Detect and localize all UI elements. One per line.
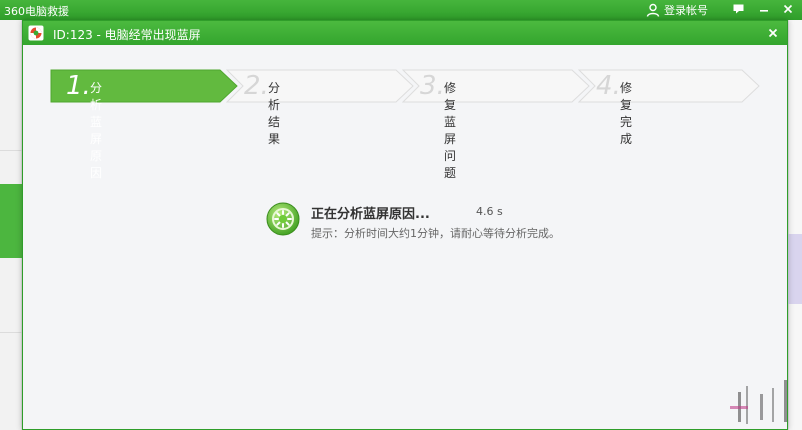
close-icon: [768, 28, 778, 38]
step-indicator: 1. 分析蓝屏原因 2. 分析结果 3. 修复蓝屏问题 4. 修复完成: [50, 69, 760, 180]
divider: [0, 150, 22, 151]
step-number: 3.: [420, 71, 445, 101]
minimize-button[interactable]: [752, 0, 776, 18]
app-sidebar-active-item[interactable]: [0, 184, 22, 258]
message-button[interactable]: [726, 0, 750, 18]
lifebuoy-icon: [28, 25, 44, 41]
dialog-title: ID:123 - 电脑经常出现蓝屏: [53, 28, 201, 42]
step-label: 分析蓝屏原因: [90, 81, 103, 180]
decorative-artifact: [784, 380, 787, 422]
divider: [0, 332, 22, 333]
minimize-icon: [760, 10, 768, 12]
step-label: 修复完成: [620, 81, 633, 146]
app-title: 360电脑救援: [4, 5, 69, 18]
rescue-dialog: ID:123 - 电脑经常出现蓝屏 1. 分析蓝屏原因 2. 分析结果 3. 修…: [22, 20, 788, 430]
step-label: 分析结果: [268, 81, 281, 146]
message-icon: [733, 4, 743, 14]
dialog-titlebar[interactable]: ID:123 - 电脑经常出现蓝屏: [23, 21, 787, 45]
step-number: 2.: [244, 71, 269, 101]
dialog-close-button[interactable]: [763, 23, 783, 43]
step-label: 修复蓝屏问题: [444, 81, 457, 180]
login-button[interactable]: 登录帐号: [646, 1, 708, 19]
elapsed-time: 4.6 s: [476, 205, 503, 218]
decorative-artifact: [760, 394, 763, 420]
step-number: 1.: [66, 71, 91, 101]
app-titlebar: 360电脑救援 登录帐号: [0, 0, 802, 20]
analysis-hint: 提示：分析时间大约1分钟，请耐心等待分析完成。: [311, 227, 560, 240]
analysis-status: 正在分析蓝屏原因...: [311, 207, 430, 222]
app-scrollbar[interactable]: [788, 20, 802, 430]
decorative-artifact: [772, 388, 774, 422]
app-close-button[interactable]: [776, 0, 800, 18]
close-icon: [783, 4, 793, 14]
step-number: 4.: [596, 71, 621, 101]
decorative-artifact: [730, 406, 748, 409]
app-scrollbar-thumb[interactable]: [788, 234, 802, 304]
user-icon: [646, 3, 660, 17]
login-label: 登录帐号: [664, 4, 708, 17]
decorative-artifact: [746, 386, 748, 424]
spinner-icon: [266, 202, 300, 236]
